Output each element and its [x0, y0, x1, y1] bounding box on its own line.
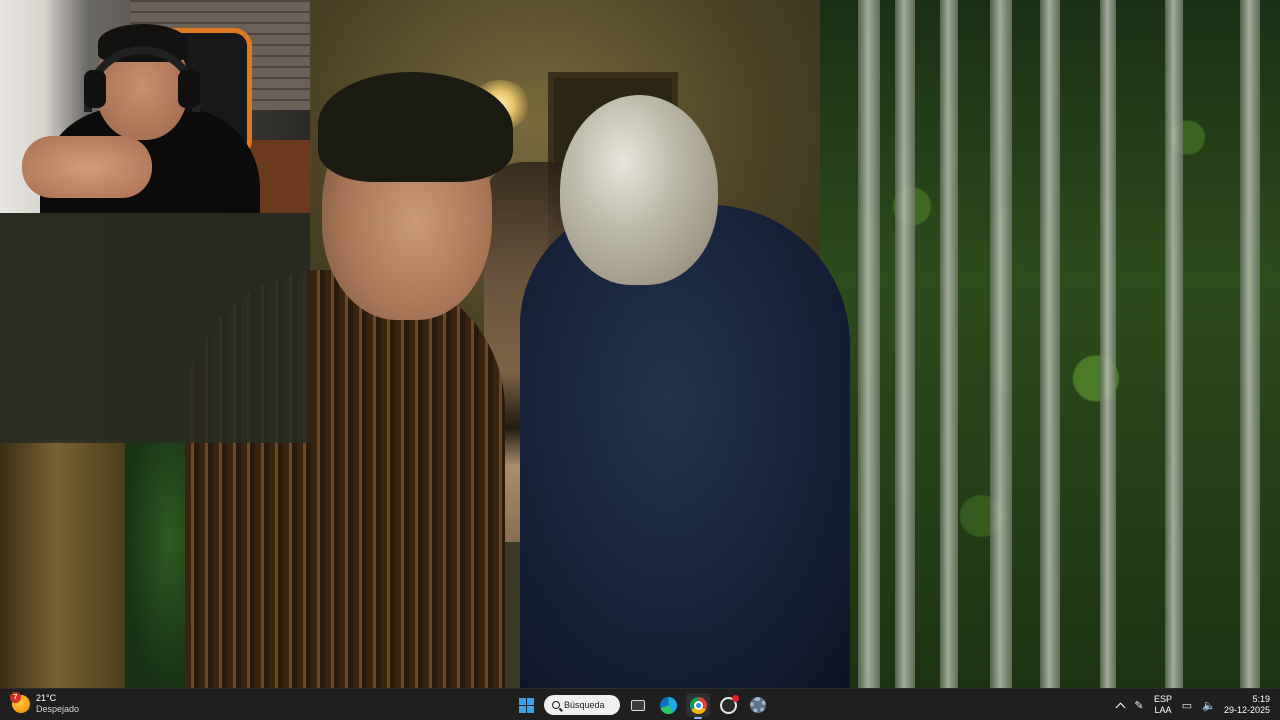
show-hidden-icons-chevron-icon[interactable]	[1115, 702, 1126, 712]
headset-left-cup	[84, 70, 106, 108]
fence-post	[858, 0, 880, 688]
search-icon	[552, 701, 560, 709]
obs-icon	[719, 694, 739, 714]
language-indicator[interactable]: ESP LAA	[1154, 694, 1172, 716]
overlay-shade	[0, 213, 310, 443]
weather-badge: 7	[10, 692, 21, 703]
fence-post	[1100, 0, 1116, 688]
fence-post	[1040, 0, 1060, 688]
webcam-overlay	[0, 0, 310, 213]
edge-icon	[659, 696, 677, 714]
desktop-screen: 7 21°C Despejado Búsqueda ✎ ESP LAA ▭ 🔈 …	[0, 0, 1280, 720]
chrome-icon	[689, 696, 707, 714]
headset-right-cup	[178, 70, 200, 108]
weather-widget[interactable]: 7 21°C Despejado	[10, 692, 79, 715]
fence-post	[1165, 0, 1183, 688]
display-icon[interactable]: ▭	[1180, 698, 1194, 712]
clock-time: 5:19	[1252, 694, 1270, 704]
fence-post	[1240, 0, 1260, 688]
scene-person-old-head	[560, 95, 718, 285]
sun-icon: 7	[10, 692, 30, 713]
language-code: ESP	[1153, 694, 1172, 704]
obs-button[interactable]	[716, 693, 740, 717]
scene-person-young-hair	[318, 72, 513, 182]
webcam-person-hands	[22, 136, 152, 198]
scene-wooden-post	[0, 440, 125, 688]
edge-button[interactable]	[656, 693, 680, 717]
taskbar-center: Búsqueda	[514, 692, 770, 719]
weather-condition: Despejado	[36, 704, 80, 714]
volume-icon[interactable]: 🔈	[1202, 698, 1216, 712]
fence-post	[940, 0, 958, 688]
pen-keyboard-icon[interactable]: ✎	[1132, 698, 1146, 712]
system-tray: ✎ ESP LAA ▭ 🔈 5:19 29-12-2025	[1115, 689, 1272, 720]
clock[interactable]: 5:19 29-12-2025	[1224, 694, 1272, 716]
notification-dot	[731, 694, 739, 702]
settings-button[interactable]	[746, 693, 770, 717]
weather-text: 21°C Despejado	[36, 693, 79, 715]
task-view-icon	[631, 699, 645, 711]
clock-date: 29-12-2025	[1223, 705, 1270, 715]
settings-gear-icon	[750, 697, 766, 713]
task-view-button[interactable]	[626, 693, 650, 717]
search-box[interactable]: Búsqueda	[544, 695, 620, 715]
keyboard-layout: LAA	[1154, 705, 1172, 715]
search-label: Búsqueda	[564, 700, 605, 710]
weather-temperature: 21°C	[36, 693, 57, 703]
windows-icon	[518, 697, 534, 713]
scene-person-old-body	[520, 205, 850, 688]
chrome-button[interactable]	[686, 693, 710, 719]
start-button[interactable]	[514, 693, 538, 717]
fence-post	[895, 0, 915, 688]
fence-post	[990, 0, 1012, 688]
taskbar: 7 21°C Despejado Búsqueda ✎ ESP LAA ▭ 🔈 …	[0, 688, 1280, 720]
